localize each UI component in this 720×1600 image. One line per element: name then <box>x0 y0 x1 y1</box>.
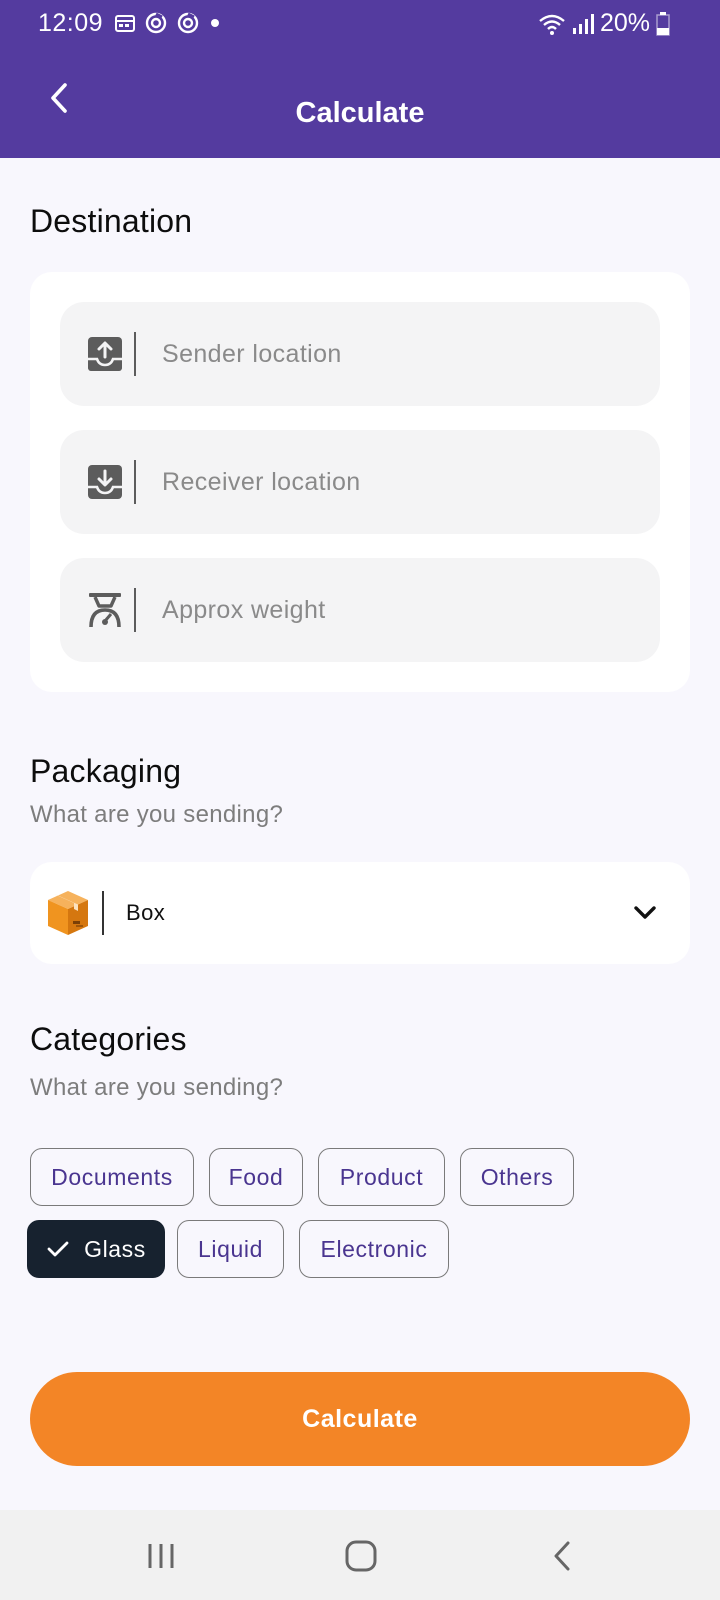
chip-documents[interactable]: Documents <box>30 1148 194 1206</box>
chip-label: Glass <box>84 1235 146 1262</box>
status-left-icons <box>114 11 222 35</box>
field-divider <box>134 332 136 376</box>
calculate-button[interactable]: Calculate <box>30 1372 690 1466</box>
dot-icon <box>211 19 219 27</box>
chip-label: Documents <box>51 1163 173 1190</box>
packaging-title: Packaging <box>30 753 182 789</box>
calendar-icon <box>115 15 135 32</box>
scale-icon <box>84 589 126 631</box>
back-arrow-icon <box>554 1541 570 1571</box>
status-right: 20% <box>538 9 670 38</box>
packaging-select[interactable]: Box <box>30 862 690 964</box>
chip-liquid[interactable]: Liquid <box>177 1220 284 1278</box>
home-icon <box>345 1540 377 1572</box>
chip-label: Electronic <box>320 1235 428 1262</box>
system-nav-bar <box>0 1510 720 1600</box>
destination-title: Destination <box>30 203 193 239</box>
battery-icon <box>656 11 670 36</box>
field-divider <box>134 460 136 504</box>
battery-percent: 20% <box>599 9 650 37</box>
status-bar: 12:09 20% <box>0 0 720 48</box>
check-icon <box>47 1241 69 1257</box>
sender-location-field[interactable]: Sender location <box>60 302 660 406</box>
chevron-down-icon <box>634 906 656 919</box>
status-time: 12:09 <box>38 9 104 37</box>
chip-electronic[interactable]: Electronic <box>299 1220 449 1278</box>
chip-product[interactable]: Product <box>318 1148 445 1206</box>
app-bar: Calculate <box>0 48 720 158</box>
approx-weight-placeholder: Approx weight <box>162 595 326 624</box>
download-tray-icon <box>84 461 126 503</box>
sync-icon <box>145 12 167 34</box>
categories-title: Categories <box>30 1021 187 1057</box>
approx-weight-field[interactable]: Approx weight <box>60 558 660 662</box>
upload-tray-icon <box>84 333 126 375</box>
field-divider <box>134 588 136 632</box>
chip-label: Liquid <box>198 1235 263 1262</box>
chip-others[interactable]: Others <box>460 1148 574 1206</box>
chip-label: Others <box>480 1163 554 1190</box>
chip-glass[interactable]: Glass <box>27 1220 165 1278</box>
system-back-button[interactable] <box>541 1534 585 1578</box>
categories-subtitle: What are you sending? <box>30 1074 284 1101</box>
recent-apps-icon <box>148 1544 174 1568</box>
chip-label: Product <box>339 1163 424 1190</box>
chip-food[interactable]: Food <box>209 1148 303 1206</box>
packaging-selected-value: Box <box>126 900 166 925</box>
select-divider <box>102 891 104 935</box>
recent-apps-button[interactable] <box>139 1534 183 1578</box>
chip-label: Food <box>228 1163 284 1190</box>
page-title: Calculate <box>295 97 425 129</box>
sender-location-placeholder: Sender location <box>162 339 342 368</box>
signal-icon <box>572 13 594 34</box>
home-button[interactable] <box>339 1534 383 1578</box>
receiver-location-field[interactable]: Receiver location <box>60 430 660 534</box>
destination-card: Sender location Receiver location Approx… <box>30 272 690 692</box>
calculate-button-label: Calculate <box>302 1404 418 1433</box>
receiver-location-placeholder: Receiver location <box>162 467 361 496</box>
wifi-icon <box>539 14 565 35</box>
sync-icon <box>177 12 199 34</box>
box-icon <box>48 891 88 935</box>
packaging-subtitle: What are you sending? <box>30 801 284 828</box>
